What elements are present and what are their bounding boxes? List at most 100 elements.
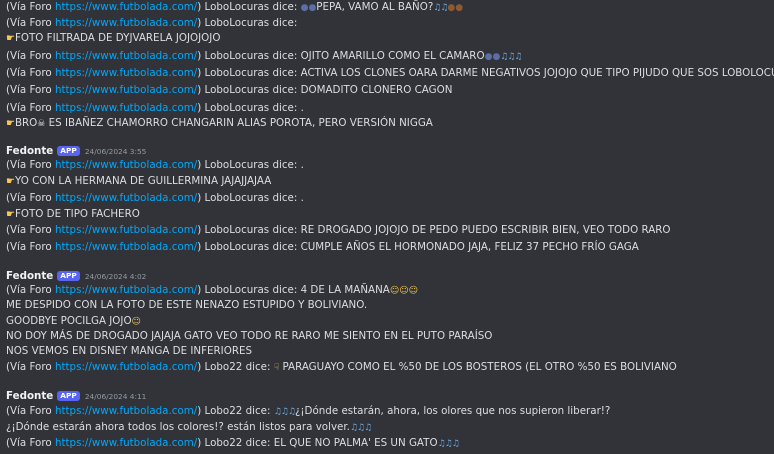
message-line[interactable]: (Vía Foro https://www.futbolada.com/) Lo…: [6, 83, 452, 97]
futbolada-link[interactable]: https://www.futbolada.com/: [55, 159, 197, 171]
message-text: ACTIVA LOS CLONES OARA DARME NEGATIVOS J…: [300, 67, 774, 79]
message-line[interactable]: (Vía Foro https://www.futbolada.com/) Lo…: [6, 223, 671, 237]
message-line[interactable]: ☛FOTO DE TIPO FACHERO: [6, 207, 140, 221]
timestamp[interactable]: 24/06/2024 4:02: [85, 272, 147, 281]
pointing-hand-icon: ☛: [6, 209, 15, 220]
message-text: GOODBYE POCILGA JOJO: [6, 315, 132, 327]
message-line[interactable]: (Vía Foro https://www.futbolada.com/) Lo…: [6, 283, 418, 297]
musical-notes-icon: ♫♫: [433, 3, 448, 13]
pointing-hand-icon: ☛: [6, 176, 15, 187]
message-author: ) LoboLocuras dice:: [197, 1, 301, 13]
futbolada-link[interactable]: https://www.futbolada.com/: [55, 405, 197, 417]
message-author: ) LoboLocuras dice:: [197, 284, 301, 296]
message-line[interactable]: (Vía Foro https://www.futbolada.com/) Lo…: [6, 240, 639, 254]
message-text: BRO: [14, 117, 38, 129]
musical-notes-icon: ♫♫♫: [349, 423, 372, 433]
message-text: OJITO AMARILLO COMO EL CAMARO: [300, 50, 485, 62]
futbolada-link[interactable]: https://www.futbolada.com/: [55, 284, 197, 296]
message-line[interactable]: (Vía Foro https://www.futbolada.com/) Lo…: [6, 66, 774, 80]
message-prefix: (Vía Foro: [6, 405, 55, 417]
timestamp[interactable]: 24/06/2024 4:11: [85, 392, 147, 401]
message-text: 4 DE LA MAÑANA: [300, 284, 390, 296]
message-text: NOS VEMOS EN DISNEY MANGA DE INFERIORES: [6, 345, 253, 357]
message-text: .: [300, 159, 304, 171]
message-author: ) LoboLocuras dice:: [197, 159, 301, 171]
futbolada-link[interactable]: https://www.futbolada.com/: [55, 17, 197, 29]
message-prefix: (Vía Foro: [6, 1, 55, 13]
futbolada-link[interactable]: https://www.futbolada.com/: [55, 224, 197, 236]
message-line[interactable]: (Vía Foro https://www.futbolada.com/) Lo…: [6, 16, 297, 30]
message-line[interactable]: (Vía Foro https://www.futbolada.com/) Lo…: [6, 404, 610, 418]
message-author: ) LoboLocuras dice:: [197, 102, 301, 114]
yum-face-icon: ☺: [408, 286, 418, 296]
message-line[interactable]: NO DOY MÁS DE DROGADO JAJAJA GATO VEO TO…: [6, 329, 492, 343]
message-header: Fedonte APP 24/06/2024 3:55: [6, 145, 146, 157]
message-text: .: [300, 102, 304, 114]
futbolada-link[interactable]: https://www.futbolada.com/: [55, 361, 197, 373]
message-line[interactable]: ☛FOTO FILTRADA DE DYJVARELA JOJOJOJO: [6, 31, 220, 45]
message-line[interactable]: ☛YO CON LA HERMANA DE GUILLERMINA JAJAJJ…: [6, 174, 271, 188]
futbolada-link[interactable]: https://www.futbolada.com/: [55, 241, 197, 253]
app-badge: APP: [57, 271, 80, 281]
futbolada-link[interactable]: https://www.futbolada.com/: [55, 192, 197, 204]
message-author: ) LoboLocuras dice:: [197, 241, 301, 253]
pointing-hand-icon: ☛: [6, 118, 15, 129]
message-line[interactable]: (Vía Foro https://www.futbolada.com/) Lo…: [6, 158, 304, 172]
message-author: ) LoboLocuras dice:: [197, 67, 301, 79]
message-line[interactable]: (Vía Foro https://www.futbolada.com/) Lo…: [6, 101, 304, 115]
message-prefix: (Vía Foro: [6, 159, 55, 171]
message-line[interactable]: (Vía Foro https://www.futbolada.com/) Lo…: [6, 436, 460, 450]
skull-icon: ☠: [37, 119, 46, 129]
message-line[interactable]: GOODBYE POCILGA JOJO☺: [6, 314, 141, 328]
username[interactable]: Fedonte: [6, 390, 53, 402]
yum-face-icon: ☺: [399, 286, 409, 296]
message-line[interactable]: (Vía Foro https://www.futbolada.com/) Lo…: [6, 191, 304, 205]
message-author: ) LoboLocuras dice:: [197, 50, 301, 62]
bust-in-silhouette-icon: ●: [484, 52, 493, 62]
message-line[interactable]: ☛BRO☠ ES IBAÑEZ CHAMORRO CHANGARIN ALIAS…: [6, 116, 433, 130]
message-line[interactable]: (Vía Foro https://www.futbolada.com/) Lo…: [6, 360, 677, 374]
message-line[interactable]: ME DESPIDO CON LA FOTO DE ESTE NENAZO ES…: [6, 298, 367, 312]
futbolada-link[interactable]: https://www.futbolada.com/: [55, 67, 197, 79]
message-line[interactable]: ¿¡Dónde estarán ahora todos los colores!…: [6, 420, 372, 434]
message-text: DOMADITO CLONERO CAGON: [300, 84, 453, 96]
shushing-face-icon: ☺: [131, 317, 141, 327]
bust-in-silhouette-icon: ●: [492, 52, 501, 62]
message-author: ) LoboLocuras dice:: [197, 192, 301, 204]
message-text: ES IBAÑEZ CHAMORRO CHANGARIN ALIAS POROT…: [48, 117, 433, 129]
app-badge: APP: [57, 146, 80, 156]
timestamp[interactable]: 24/06/2024 3:55: [85, 147, 147, 156]
futbolada-link[interactable]: https://www.futbolada.com/: [55, 1, 197, 13]
message-text: ¿¡Dónde estarán, ahora, los olores que n…: [294, 405, 611, 417]
poop-icon: ●: [455, 3, 464, 13]
message-author: ) LoboLocuras dice:: [197, 84, 301, 96]
message-line[interactable]: NOS VEMOS EN DISNEY MANGA DE INFERIORES: [6, 344, 252, 358]
message-prefix: (Vía Foro: [6, 437, 55, 449]
message-author: ) Lobo22 dice:: [197, 361, 274, 373]
message-header: Fedonte APP 24/06/2024 4:11: [6, 390, 146, 402]
username[interactable]: Fedonte: [6, 270, 53, 282]
chat-message-list[interactable]: (Vía Foro https://www.futbolada.com/) Lo…: [0, 0, 774, 454]
musical-notes-icon: ♫♫♫: [273, 407, 296, 417]
futbolada-link[interactable]: https://www.futbolada.com/: [55, 50, 197, 62]
message-text: FOTO FILTRADA DE DYJVARELA JOJOJOJO: [14, 32, 221, 44]
message-prefix: (Vía Foro: [6, 361, 55, 373]
message-author: ) Lobo22 dice:: [197, 405, 274, 417]
bust-in-silhouette-icon: ●: [300, 3, 309, 13]
message-author: ) LoboLocuras dice:: [197, 17, 298, 29]
message-text: FOTO DE TIPO FACHERO: [14, 208, 140, 220]
futbolada-link[interactable]: https://www.futbolada.com/: [55, 102, 197, 114]
app-badge: APP: [57, 391, 80, 401]
message-text: PEPA, VAMO AL BAÑO?: [316, 1, 434, 13]
username[interactable]: Fedonte: [6, 145, 53, 157]
musical-notes-icon: ♫♫♫: [500, 52, 522, 62]
message-line[interactable]: (Vía Foro https://www.futbolada.com/) Lo…: [6, 0, 463, 14]
message-text: NO DOY MÁS DE DROGADO JAJAJA GATO VEO TO…: [6, 330, 493, 342]
futbolada-link[interactable]: https://www.futbolada.com/: [55, 84, 197, 96]
message-prefix: (Vía Foro: [6, 192, 55, 204]
futbolada-link[interactable]: https://www.futbolada.com/: [55, 437, 197, 449]
message-text: PARAGUAYO COMO EL %50 DE LOS BOSTEROS (E…: [279, 361, 677, 373]
message-line[interactable]: (Vía Foro https://www.futbolada.com/) Lo…: [6, 49, 523, 63]
message-text: .: [300, 192, 304, 204]
yum-face-icon: ☺: [389, 286, 400, 296]
